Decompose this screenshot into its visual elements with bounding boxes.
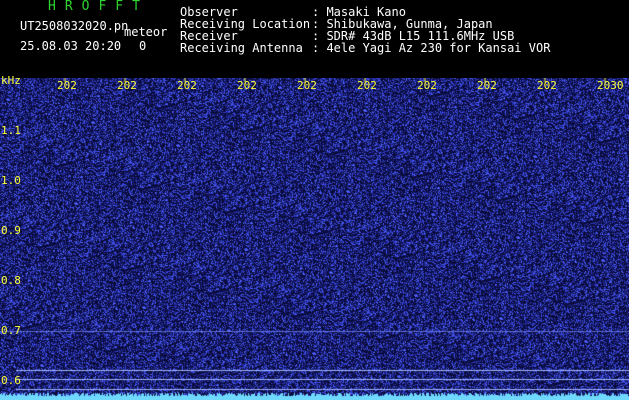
freq-tick: 1.0 <box>1 174 21 187</box>
freq-tick: 0.7 <box>1 324 21 337</box>
freq-tick: 0.9 <box>1 224 21 237</box>
time-tick: 202 <box>237 79 257 92</box>
time-tick: 202 <box>477 79 497 92</box>
freq-tick: 1.1 <box>1 124 21 137</box>
antenna-label: Receiving Antenna <box>180 41 303 55</box>
header-panel: HROFFT UT2508032020.pn meteor 25.08.03 2… <box>0 0 629 78</box>
app-title: HROFFT <box>48 0 149 14</box>
frequency-unit-label: kHz <box>1 74 21 87</box>
freq-tick: 0.8 <box>1 274 21 287</box>
meteor-label: meteor <box>124 25 168 39</box>
time-tick: 202 <box>57 79 77 92</box>
time-tick: 202 <box>177 79 197 92</box>
spectrogram-panel: kHz 202 202 202 202 202 202 202 202 202 … <box>0 74 629 400</box>
filename: UT2508032020.pn <box>20 19 129 33</box>
time-tick: 202 <box>537 79 557 92</box>
time-tick: 202 <box>117 79 137 92</box>
antenna-value: : 4ele Yagi Az 230 for Kansai VOR <box>312 41 551 55</box>
meteor-count: 0 <box>139 39 147 53</box>
freq-tick: 0.6 <box>1 374 21 387</box>
time-tick: 202 <box>417 79 437 92</box>
timestamp: 25.08.03 20:20 <box>20 39 122 53</box>
time-tick: 202 <box>297 79 317 92</box>
spectrogram-canvas <box>0 78 629 400</box>
time-tick: 2030 <box>597 79 624 92</box>
time-tick: 202 <box>357 79 377 92</box>
